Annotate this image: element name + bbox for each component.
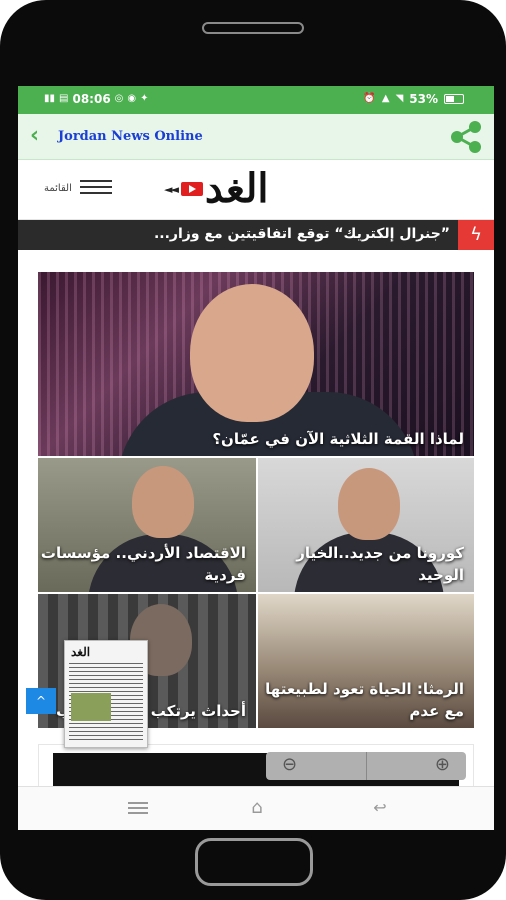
article-tile[interactable]: كورونا من جديد..الخيار الوحيد	[258, 458, 474, 592]
ticker-text[interactable]: ”جنرال إلكتريك“ توقع اتفاقيتين مع وزار..…	[154, 226, 450, 242]
whatsapp-icon: ◎	[114, 93, 124, 104]
messenger-icon: ◉	[127, 93, 137, 104]
zoom-controls: ⊖ ⊕	[266, 752, 466, 780]
article-tile[interactable]: الاقتصاد الأردني.. مؤسسات فردية	[38, 458, 256, 592]
recent-apps-icon[interactable]	[128, 802, 148, 814]
article-title[interactable]: لماذا القمة الثلاثية الآن في عمّان؟	[212, 428, 464, 450]
lightning-icon: ϟ	[458, 220, 494, 250]
newspaper-thumbnail[interactable]: الغد	[64, 640, 148, 748]
phone-frame: ▮▮ ▤ 08:06 ◎ ◉ ✦ ⏰ ▲ ◥ 53% ‹ Jordan News…	[0, 0, 506, 900]
app-bar: ‹ Jordan News Online	[18, 114, 494, 160]
article-title[interactable]: كورونا من جديد..الخيار الوحيد	[258, 542, 464, 586]
phone-speaker	[202, 22, 304, 34]
wifi-icon: ◥	[395, 93, 404, 104]
battery-percent: 53%	[409, 92, 438, 106]
menu-label[interactable]: القائمة	[44, 183, 72, 194]
data-icon: ▤	[59, 93, 69, 104]
battery-icon	[444, 94, 464, 104]
share-icon[interactable]	[448, 120, 484, 154]
signal-icon: ▲	[381, 93, 390, 104]
twitter-icon: ✦	[140, 93, 149, 104]
site-logo[interactable]: ◄◄ الغد	[164, 164, 269, 214]
home-icon[interactable]: ⌂	[244, 799, 270, 817]
sim-icon: ▮▮	[44, 93, 56, 104]
zoom-out-icon[interactable]: ⊖	[282, 754, 297, 775]
back-icon[interactable]: ↩	[368, 799, 392, 817]
logo-arrows: ◄◄	[164, 182, 179, 196]
site-header: القائمة ◄◄ الغد	[18, 160, 494, 220]
article-tile-featured[interactable]: لماذا القمة الثلاثية الآن في عمّان؟	[38, 272, 474, 456]
article-title[interactable]: الرمثا: الحياة تعود لطبيعتها مع عدم	[258, 678, 464, 722]
article-title[interactable]: الاقتصاد الأردني.. مؤسسات فردية	[38, 542, 246, 586]
app-title: Jordan News Online	[58, 129, 203, 144]
article-tile[interactable]: الرمثا: الحياة تعود لطبيعتها مع عدم	[258, 594, 474, 728]
status-time: 08:06	[72, 92, 111, 106]
logo-text: الغد	[204, 165, 269, 212]
phone-home-button[interactable]	[195, 838, 313, 886]
chevron-left-icon[interactable]: ‹	[30, 125, 50, 148]
newspaper-masthead: الغد	[71, 645, 91, 659]
status-bar: ▮▮ ▤ 08:06 ◎ ◉ ✦ ⏰ ▲ ◥ 53%	[18, 86, 494, 114]
scroll-top-button[interactable]: ^	[26, 688, 56, 714]
system-nav-bar: ⌂ ↩	[18, 786, 494, 830]
hamburger-menu-icon[interactable]	[80, 180, 112, 196]
alarm-icon: ⏰	[363, 93, 376, 104]
zoom-in-icon[interactable]: ⊕	[435, 754, 450, 775]
breaking-news-ticker[interactable]: ”جنرال إلكتريك“ توقع اتفاقيتين مع وزار..…	[18, 220, 494, 250]
play-icon	[180, 182, 203, 196]
